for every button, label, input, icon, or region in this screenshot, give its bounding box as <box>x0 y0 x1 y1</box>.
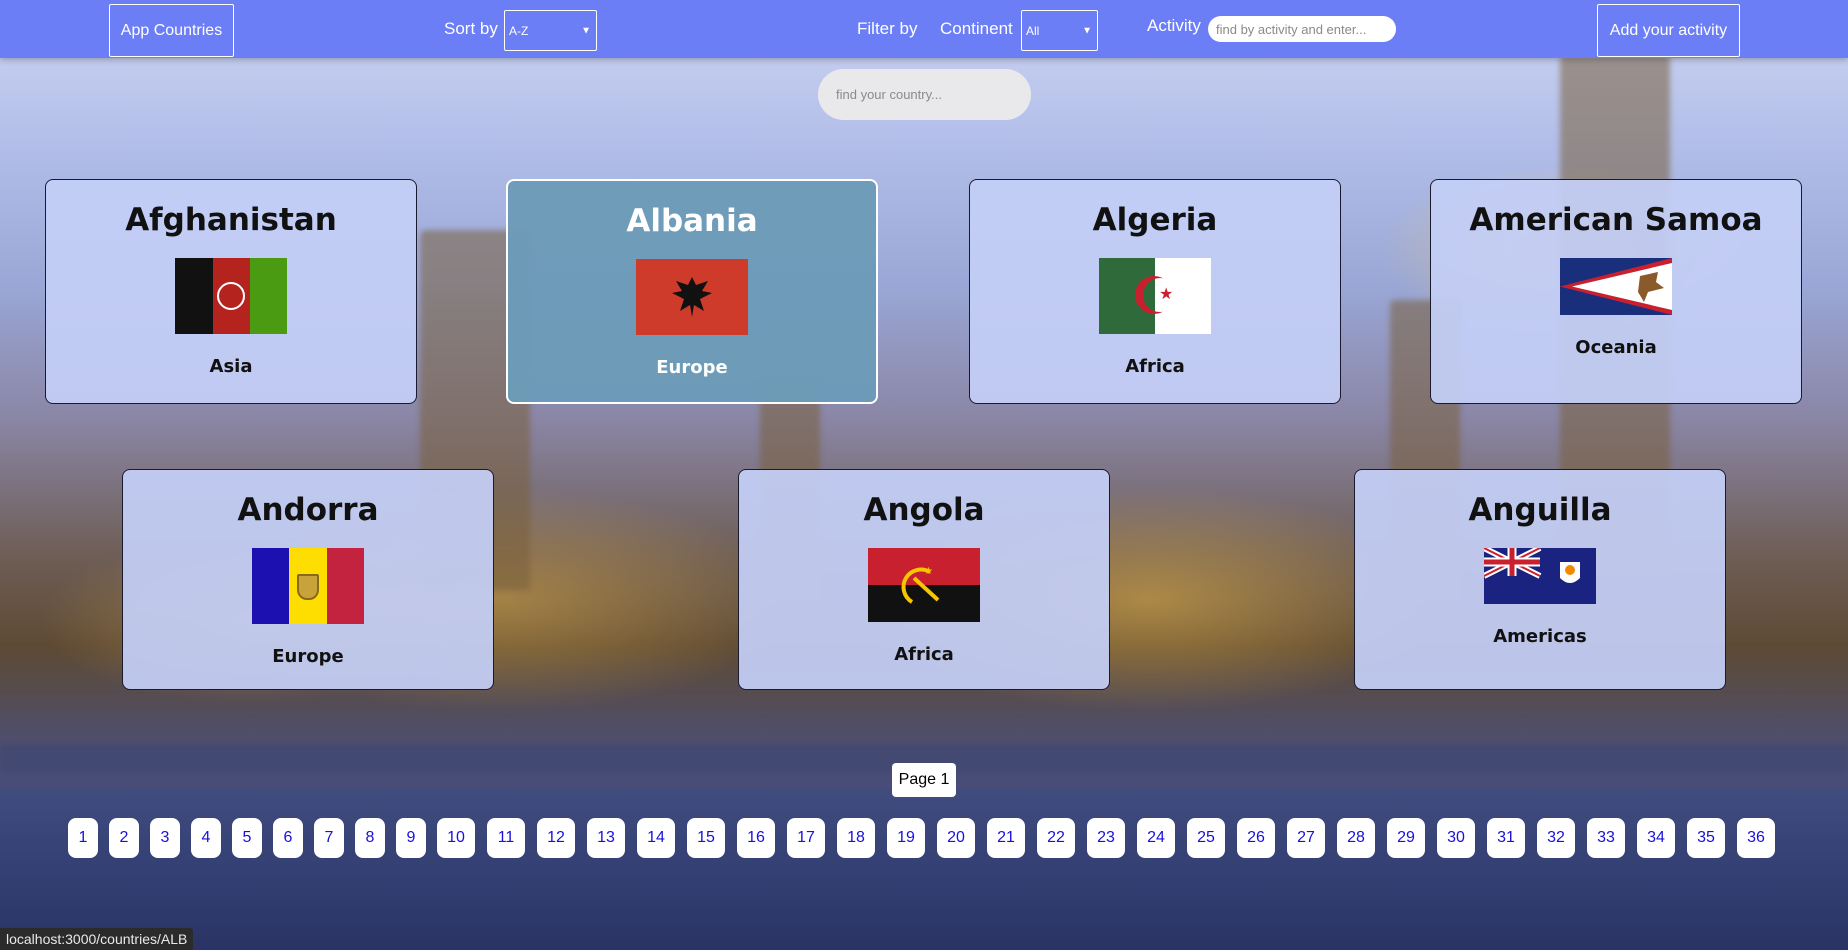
page-button[interactable]: 5 <box>232 818 262 858</box>
page-button[interactable]: 20 <box>937 818 975 858</box>
continent-label: Oceania <box>1575 337 1657 358</box>
page-button[interactable]: 19 <box>887 818 925 858</box>
page-button[interactable]: 6 <box>273 818 303 858</box>
page-button[interactable]: 18 <box>837 818 875 858</box>
country-search-input[interactable]: find your country... <box>818 69 1031 120</box>
page-button[interactable]: 28 <box>1337 818 1375 858</box>
page-button[interactable]: 12 <box>537 818 575 858</box>
continent-label: Continent <box>940 19 1013 38</box>
country-card-afghanistan[interactable]: Afghanistan Asia <box>45 179 417 404</box>
continent-select-value: All <box>1026 23 1040 38</box>
page-button[interactable]: 36 <box>1737 818 1775 858</box>
american-samoa-flag-icon <box>1560 258 1672 315</box>
page-button[interactable]: 10 <box>437 818 475 858</box>
country-name: Albania <box>626 203 758 239</box>
country-name: Angola <box>863 492 985 528</box>
page-button[interactable]: 13 <box>587 818 625 858</box>
page-button[interactable]: 32 <box>1537 818 1575 858</box>
albania-flag-icon <box>636 259 748 335</box>
page-button[interactable]: 35 <box>1687 818 1725 858</box>
page-button[interactable]: 22 <box>1037 818 1075 858</box>
svg-text:★: ★ <box>924 566 933 577</box>
country-name: Algeria <box>1092 202 1218 238</box>
home-button[interactable]: App Countries <box>109 4 234 57</box>
page-button[interactable]: 16 <box>737 818 775 858</box>
page-button[interactable]: 31 <box>1487 818 1525 858</box>
sort-select[interactable]: A-Z ▼ <box>504 10 597 51</box>
country-card-anguilla[interactable]: Anguilla Americas <box>1354 469 1726 690</box>
page-button[interactable]: 9 <box>396 818 426 858</box>
current-page-label: Page 1 <box>892 763 956 797</box>
page-button[interactable]: 29 <box>1387 818 1425 858</box>
continent-label: Africa <box>894 644 954 665</box>
continent-label: Asia <box>209 356 253 377</box>
page-button[interactable]: 23 <box>1087 818 1125 858</box>
sort-label: Sort by <box>444 19 498 38</box>
country-card-angola[interactable]: Angola ★ Africa <box>738 469 1110 690</box>
activity-search-input[interactable]: find by activity and enter... <box>1208 16 1396 42</box>
chevron-down-icon: ▼ <box>1082 25 1092 36</box>
country-name: Afghanistan <box>125 202 337 238</box>
country-card-american-samoa[interactable]: American Samoa Oceania <box>1430 179 1802 404</box>
andorra-flag-icon <box>252 548 364 624</box>
country-card-algeria[interactable]: Algeria ★ Africa <box>969 179 1341 404</box>
add-activity-button[interactable]: Add your activity <box>1597 4 1740 57</box>
page-button[interactable]: 21 <box>987 818 1025 858</box>
page-button[interactable]: 33 <box>1587 818 1625 858</box>
continent-label: Europe <box>272 646 344 667</box>
page-button[interactable]: 27 <box>1287 818 1325 858</box>
background-water <box>0 790 1848 950</box>
afghanistan-flag-icon <box>175 258 287 334</box>
page-button[interactable]: 24 <box>1137 818 1175 858</box>
country-name: American Samoa <box>1469 202 1763 238</box>
country-name: Anguilla <box>1468 492 1612 528</box>
page-button[interactable]: 8 <box>355 818 385 858</box>
page-button[interactable]: 25 <box>1187 818 1225 858</box>
activity-label: Activity <box>1147 16 1201 35</box>
chevron-down-icon: ▼ <box>581 25 591 36</box>
page-button[interactable]: 4 <box>191 818 221 858</box>
page-button[interactable]: 34 <box>1637 818 1675 858</box>
page-button[interactable]: 3 <box>150 818 180 858</box>
page-button[interactable]: 14 <box>637 818 675 858</box>
sort-select-value: A-Z <box>509 23 529 38</box>
anguilla-flag-icon <box>1484 548 1596 604</box>
pagination: 1 2 3 4 5 6 7 8 9 10 11 12 13 14 15 16 17 18 19 20 21 22 23 24 2… <box>0 818 1848 858</box>
country-card-albania[interactable]: Albania Europe <box>506 179 878 404</box>
angola-flag-icon: ★ <box>868 548 980 622</box>
continent-label: Americas <box>1493 626 1587 647</box>
country-card-andorra[interactable]: Andorra Europe <box>122 469 494 690</box>
continent-label: Africa <box>1125 356 1185 377</box>
page-button[interactable]: 7 <box>314 818 344 858</box>
page-button[interactable]: 1 <box>68 818 98 858</box>
page-button[interactable]: 26 <box>1237 818 1275 858</box>
country-name: Andorra <box>237 492 379 528</box>
continent-label: Europe <box>656 357 728 378</box>
page-button[interactable]: 17 <box>787 818 825 858</box>
navbar: App Countries Sort by A-Z ▼ Filter by Co… <box>0 0 1848 58</box>
status-bar-url: localhost:3000/countries/ALB <box>0 928 194 950</box>
page-button[interactable]: 30 <box>1437 818 1475 858</box>
algeria-flag-icon: ★ <box>1099 258 1211 334</box>
filter-label: Filter by <box>857 19 918 38</box>
continent-select[interactable]: All ▼ <box>1021 10 1098 51</box>
page-button[interactable]: 2 <box>109 818 139 858</box>
page-button[interactable]: 15 <box>687 818 725 858</box>
page-button[interactable]: 11 <box>487 818 525 858</box>
